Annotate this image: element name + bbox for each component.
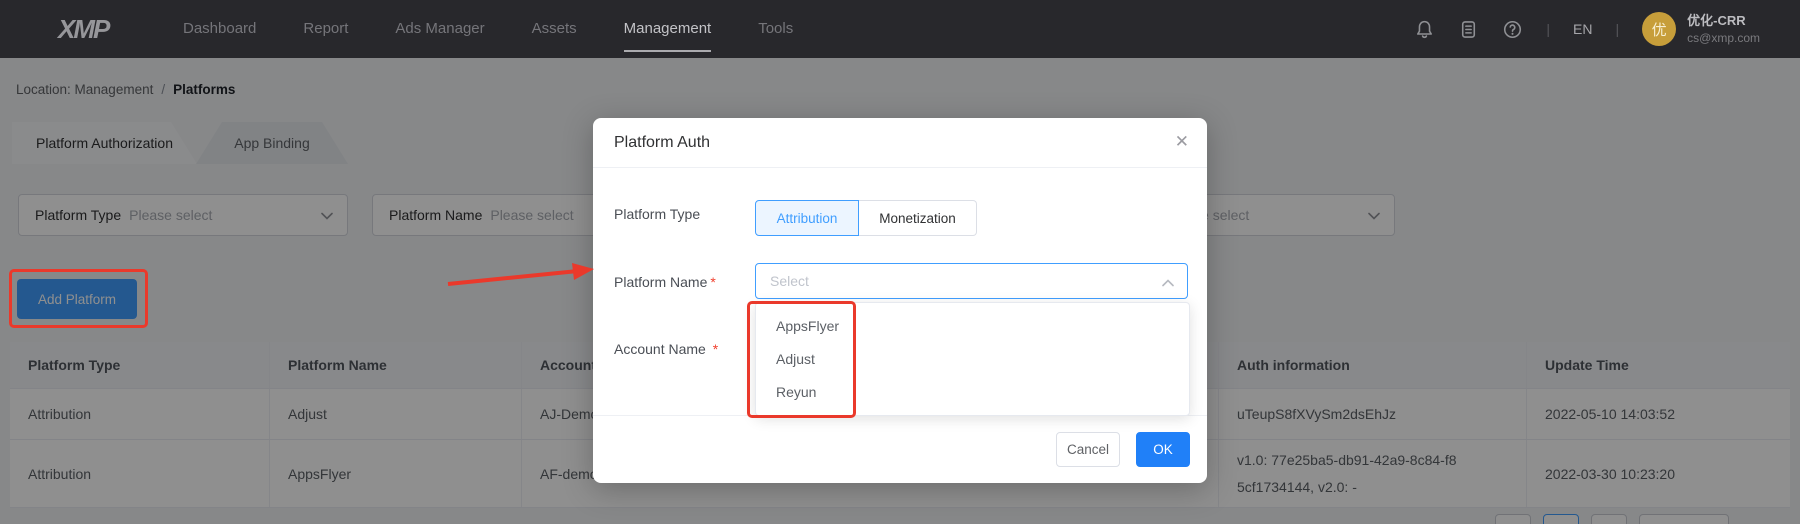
chevron-up-icon [1162,279,1174,287]
language-switcher[interactable]: EN [1573,21,1592,37]
navbar: XMP Dashboard Report Ads Manager Assets … [0,0,1800,58]
nav-assets[interactable]: Assets [532,0,577,58]
platform-name-label: Platform Name * [614,274,716,290]
modal-title: Platform Auth [614,134,711,151]
bell-icon[interactable] [1414,19,1435,40]
option-adjust[interactable]: Adjust [756,343,1189,376]
navbar-right: | EN | 优 优化-CRR cs@xmp.com [1414,0,1800,58]
monetization-option[interactable]: Monetization [859,200,977,236]
close-icon[interactable]: ✕ [1175,132,1189,152]
nav-divider: | [1615,21,1620,37]
attribution-option[interactable]: Attribution [755,200,859,236]
platform-name-dropdown: AppsFlyer Adjust Reyun [755,302,1190,416]
option-appsflyer[interactable]: AppsFlyer [756,310,1189,343]
xmp-logo[interactable]: XMP [58,14,110,45]
nav-tools[interactable]: Tools [758,0,793,58]
document-icon[interactable] [1458,19,1479,40]
platform-auth-modal: Platform Auth ✕ Platform Type Attributio… [593,118,1207,483]
platform-type-toggle: Attribution Monetization [755,200,977,236]
nav-ads-manager[interactable]: Ads Manager [395,0,484,58]
app-window: XMP Dashboard Report Ads Manager Assets … [0,0,1800,524]
platform-name-select[interactable]: Select [755,263,1188,299]
nav-dashboard[interactable]: Dashboard [183,0,256,58]
user-name: 优化-CRR [1687,13,1746,29]
required-marker: * [710,274,716,290]
required-marker: * [712,341,719,357]
main-nav: Dashboard Report Ads Manager Assets Mana… [183,0,793,58]
cancel-button[interactable]: Cancel [1056,432,1120,467]
user-info[interactable]: 优化-CRR cs@xmp.com [1687,12,1760,46]
account-name-label: Account Name * [614,341,719,357]
modal-header: Platform Auth ✕ [593,118,1207,168]
user-avatar[interactable]: 优 [1642,12,1677,46]
nav-management[interactable]: Management [623,0,711,58]
nav-report[interactable]: Report [303,0,348,58]
select-placeholder: Select [770,273,809,289]
ok-button[interactable]: OK [1136,432,1190,467]
nav-divider: | [1546,21,1551,37]
help-icon[interactable] [1502,19,1523,40]
user-email: cs@xmp.com [1687,30,1760,45]
option-reyun[interactable]: Reyun [756,376,1189,409]
platform-type-label: Platform Type [614,206,701,222]
